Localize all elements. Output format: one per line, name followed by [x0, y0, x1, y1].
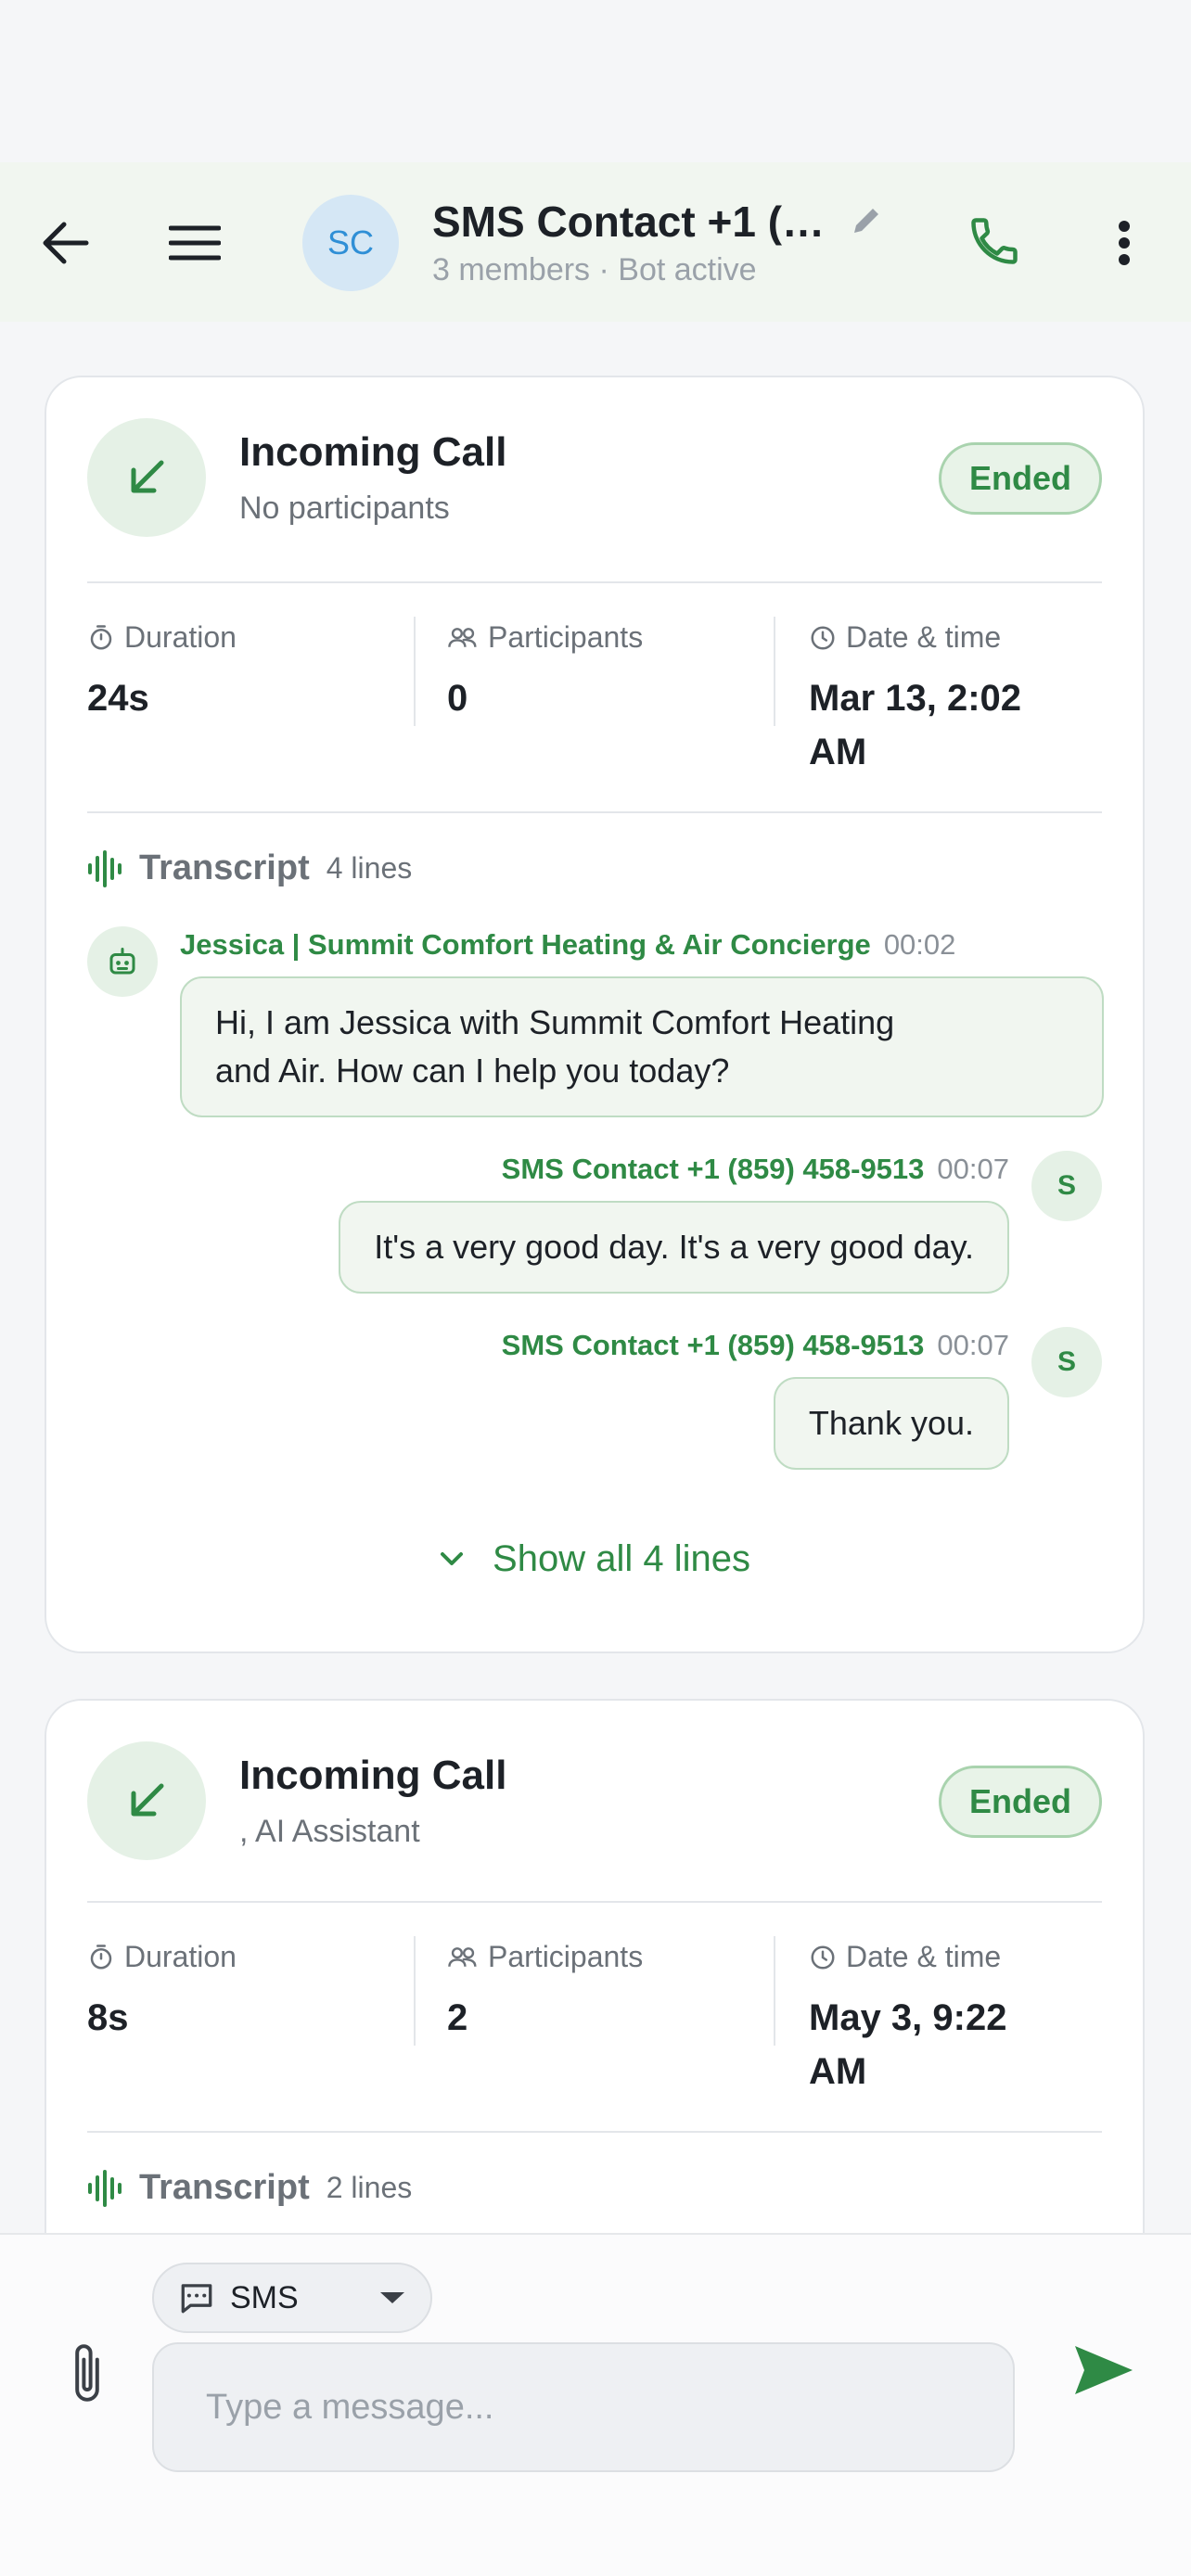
divider	[87, 811, 1102, 813]
datetime-value: May 3, 9:22 AM	[809, 1991, 1006, 2098]
incoming-call-icon	[87, 418, 206, 537]
chat-subtitle: 3 members · Bot active	[432, 252, 757, 287]
speaker-label: Jessica | Summit Comfort Heating & Air C…	[180, 928, 871, 961]
message-time: 00:07	[937, 1329, 1009, 1361]
message-text: Thank you.	[808, 1404, 974, 1442]
contact-avatar[interactable]: SC	[302, 195, 399, 291]
channel-select[interactable]: SMS	[152, 2263, 432, 2333]
speaker-label: SMS Contact +1 (859) 458-9513	[501, 1329, 925, 1361]
message-text: and Air. How can I help you today?	[215, 1052, 730, 1090]
speaker-label: SMS Contact +1 (859) 458-9513	[501, 1153, 925, 1185]
contact-avatar: S	[1031, 1151, 1102, 1221]
divider	[87, 1901, 1102, 1903]
call-title: Incoming Call	[239, 1753, 507, 1798]
participants-value: 0	[447, 678, 468, 719]
contact-avatar: S	[1031, 1327, 1102, 1397]
speaker-name: SMS Contact +1 (859) 458-9513 00:07	[502, 1329, 1009, 1362]
more-options-icon[interactable]	[1106, 210, 1143, 276]
call-card: Incoming Call , AI Assistant Ended Durat…	[45, 1699, 1145, 2292]
datetime-line: AM	[809, 2051, 867, 2092]
timer-icon	[90, 624, 112, 649]
datetime-stat: Date & time Mar 13, 2:02 AM	[809, 620, 1021, 779]
datetime-line: May 3, 9:22	[809, 1997, 1007, 2038]
speaker-name: Jessica | Summit Comfort Heating & Air C…	[180, 928, 955, 962]
back-arrow-icon[interactable]	[35, 210, 95, 276]
call-subtitle: No participants	[239, 491, 450, 526]
divider	[774, 617, 775, 726]
message-placeholder: Type a message...	[206, 2387, 494, 2427]
attachment-icon[interactable]	[61, 2331, 113, 2415]
participants-stat: Participants 0	[447, 620, 643, 725]
caret-down-icon	[380, 2292, 404, 2303]
menu-icon[interactable]	[165, 215, 224, 271]
participants-stat: Participants 2	[447, 1940, 643, 2045]
divider	[414, 1936, 416, 2046]
duration-label: Duration	[124, 1940, 237, 1973]
datetime-stat: Date & time May 3, 9:22 AM	[809, 1940, 1006, 2098]
timer-icon	[90, 1944, 112, 1969]
message-composer: SMS Type a message...	[0, 2233, 1191, 2576]
speaker-name: SMS Contact +1 (859) 458-9513 00:07	[502, 1153, 1009, 1186]
message-time: 00:07	[937, 1153, 1009, 1185]
waveform-icon	[88, 2169, 122, 2207]
clock-icon	[811, 626, 835, 649]
message-bubble: Hi, I am Jessica with Summit Comfort Hea…	[180, 976, 1104, 1117]
status-bar-area	[0, 0, 1191, 162]
people-icon	[448, 1946, 477, 1967]
transcript-count: 4 lines	[326, 851, 413, 885]
participants-value: 2	[447, 1997, 468, 2038]
chat-title[interactable]: SMS Contact +1 (…	[432, 197, 825, 247]
divider	[87, 581, 1102, 583]
duration-stat: Duration 24s	[87, 620, 237, 725]
chat-bubble-icon	[181, 2284, 212, 2314]
bot-avatar	[87, 926, 158, 997]
datetime-line: Mar 13, 2:02	[809, 678, 1022, 719]
transcript-header: Transcript 2 lines	[87, 2168, 412, 2208]
transcript-header: Transcript 4 lines	[87, 848, 412, 888]
edit-pencil-icon[interactable]	[848, 202, 885, 239]
people-icon	[448, 627, 477, 647]
chevron-down-icon	[441, 1551, 464, 1565]
participants-label: Participants	[488, 1940, 644, 1973]
channel-value: SMS	[230, 2279, 299, 2315]
message-bubble: Thank you.	[773, 1377, 1009, 1470]
message-input[interactable]: Type a message...	[152, 2342, 1015, 2472]
transcript-count: 2 lines	[326, 2171, 413, 2204]
divider	[87, 2131, 1102, 2133]
call-title: Incoming Call	[239, 429, 507, 475]
datetime-line: AM	[809, 732, 867, 772]
transcript-title: Transcript	[139, 848, 310, 887]
call-subtitle: , AI Assistant	[239, 1814, 420, 1849]
duration-value: 8s	[87, 1997, 129, 2038]
duration-label: Duration	[124, 620, 237, 654]
status-badge: Ended	[938, 442, 1102, 515]
divider	[774, 1936, 775, 2046]
show-all-lines-button[interactable]: Show all 4 lines	[46, 1538, 1143, 1580]
message-time: 00:02	[883, 928, 956, 961]
datetime-value: Mar 13, 2:02 AM	[809, 671, 1021, 779]
divider	[414, 617, 416, 726]
show-all-label: Show all 4 lines	[493, 1538, 750, 1579]
incoming-call-icon	[87, 1741, 206, 1860]
message-text: It's a very good day. It's a very good d…	[374, 1228, 974, 1266]
participants-label: Participants	[488, 620, 644, 654]
datetime-label: Date & time	[846, 620, 1002, 654]
call-card: Incoming Call No participants Ended Dura…	[45, 376, 1145, 1653]
message-text: Hi, I am Jessica with Summit Comfort Hea…	[215, 1003, 895, 1041]
duration-stat: Duration 8s	[87, 1940, 237, 2045]
status-badge: Ended	[938, 1766, 1102, 1838]
clock-icon	[811, 1945, 835, 1969]
duration-value: 24s	[87, 678, 149, 719]
robot-icon	[109, 948, 135, 975]
waveform-icon	[88, 849, 122, 887]
datetime-label: Date & time	[846, 1940, 1002, 1973]
send-icon[interactable]	[1067, 2333, 1141, 2407]
message-bubble: It's a very good day. It's a very good d…	[339, 1201, 1009, 1294]
phone-call-icon[interactable]	[963, 210, 1026, 273]
transcript-title: Transcript	[139, 2168, 310, 2207]
